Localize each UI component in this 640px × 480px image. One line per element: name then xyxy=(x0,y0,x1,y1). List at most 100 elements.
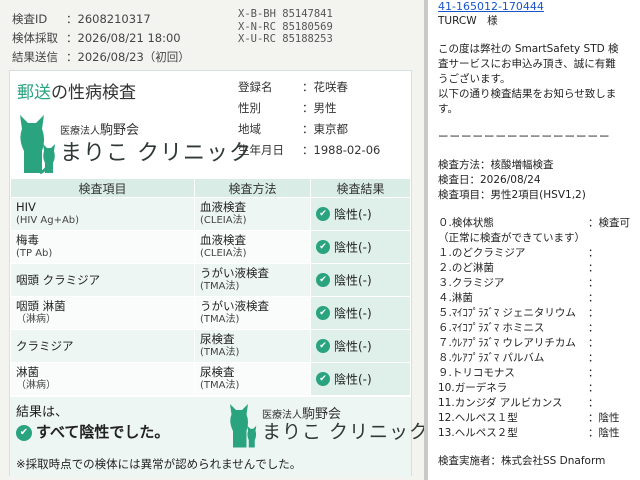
table-row: クラミジア 尿検査 (TMA法) ✔ 陰性(-) xyxy=(10,329,411,363)
item-name: クラミジア xyxy=(16,339,74,353)
result-label: ７.ｳﾚｱﾌﾟﾗｽﾞﾏ ウレアリチカム xyxy=(438,337,576,349)
email-panel: 41-165012-170444 TURCW 様 この度は弊社の SmartSa… xyxy=(428,0,640,480)
result-value: ： xyxy=(588,292,599,304)
table-row: 咽頭 クラミジア うがい液検査 (TMA法) ✔ 陰性(-) xyxy=(10,263,411,297)
info-key: 登録名 xyxy=(238,80,273,94)
method-cell: 尿検査 (TMA法) xyxy=(194,362,311,396)
summary-note: ※採取時点での検体には異常が認められませんでした。 xyxy=(16,457,302,471)
meta-row: 検査ID ：2608210317 xyxy=(12,10,190,29)
method-name: うがい液検査 xyxy=(200,266,269,280)
method-cell: 尿検査 (TMA法) xyxy=(194,329,311,363)
item-cell: HIV (HIV Ag+Ab) xyxy=(10,197,195,231)
info-value: ：1988-02-06 xyxy=(302,143,381,157)
table-row: 咽頭 淋菌 （淋病） うがい液検査 (TMA法) ✔ 陰性(-) xyxy=(10,296,411,330)
item-sub: （淋病） xyxy=(16,314,56,325)
code-line: X-B-BH 85147841 xyxy=(238,8,333,20)
code-line: X-N-RC 85180569 xyxy=(238,20,333,33)
result-label: ５.ﾏｲｺﾌﾟﾗｽﾞﾏ ジェニタリウム xyxy=(438,307,576,319)
title-rest: の性病検査 xyxy=(51,83,136,103)
meta-row: 結果送信 ：2026/08/23（初回） xyxy=(12,48,190,67)
meta-key: 検査ID xyxy=(12,12,48,26)
result-cell: ✔ 陰性(-) xyxy=(310,230,411,264)
result-value: 陰性(-) xyxy=(334,372,372,387)
intro-line: この度は弊社の SmartSafety STD 検 xyxy=(438,43,619,55)
method-name: うがい液検査 xyxy=(200,299,269,313)
header-result: 検査結果 xyxy=(310,178,411,198)
result-value: ： xyxy=(588,247,599,259)
method-sub: (TMA法) xyxy=(200,281,240,292)
intro-line: す。 xyxy=(438,103,458,115)
result-line: ５.ﾏｲｺﾌﾟﾗｽﾞﾏ ジェニタリウム ： xyxy=(438,306,640,321)
method-name: 血液検査 xyxy=(200,233,246,247)
result-label: ８.ｳﾚｱﾌﾟﾗｽﾞﾏ パルバム xyxy=(438,352,545,364)
clinic-logo-small: 医療法人駒野会 まりこ クリニック xyxy=(226,401,428,451)
meta-value: ：2608210317 xyxy=(66,12,151,26)
status-note: （正常に検査ができています） xyxy=(438,232,585,244)
code-line: X-U-RC 85188253 xyxy=(238,33,333,45)
cat-logo-icon xyxy=(230,404,257,448)
clinic-name-big: まりこ クリニック xyxy=(262,421,430,443)
result-value: ： xyxy=(588,382,599,394)
result-label: ９.トリコモナス xyxy=(438,367,515,379)
result-value: ：陰性 xyxy=(588,427,620,439)
patient-info: 登録名 ：花咲春 性別 ：男性 地域 ：東京都 生年月日 ：1988-02-06 xyxy=(238,77,380,161)
result-line: ４.淋菌 ： xyxy=(438,291,640,306)
result-value: ： xyxy=(588,367,599,379)
result-value: ： xyxy=(588,337,599,349)
method-sub: (CLEIA法) xyxy=(200,215,247,226)
result-label: ３.クラミジア xyxy=(438,277,505,289)
result-cell: ✔ 陰性(-) xyxy=(310,197,411,231)
result-value: ： xyxy=(588,352,599,364)
check-icon: ✔ xyxy=(316,372,330,387)
divider-line: ーーーーーーーーーーーーーーー xyxy=(438,131,611,143)
result-value: 陰性(-) xyxy=(334,240,372,255)
item-name: 淋菌 xyxy=(16,365,39,379)
result-label: 10.ガーデネラ xyxy=(438,382,508,394)
result-line: 11.カンジダ アルビカンス ： xyxy=(438,396,640,411)
info-value: ：男性 xyxy=(302,101,337,115)
result-line: ３.クラミジア ： xyxy=(438,276,640,291)
item-sub: (HIV Ag+Ab) xyxy=(16,215,80,226)
item-cell: 咽頭 クラミジア xyxy=(10,263,195,297)
item-name: 咽頭 クラミジア xyxy=(16,273,101,287)
method-line: 検査方法：核酸増幅検査 xyxy=(438,159,554,171)
summary-line1: 結果は、 xyxy=(16,405,69,420)
check-icon: ✔ xyxy=(316,339,330,354)
item-name: 咽頭 淋菌 xyxy=(16,299,66,313)
reference-link[interactable]: 41-165012-170444 xyxy=(438,0,640,14)
result-cell: ✔ 陰性(-) xyxy=(310,296,411,330)
table-row: HIV (HIV Ag+Ab) 血液検査 (CLEIA法) ✔ 陰性(-) xyxy=(10,197,411,231)
result-label: １.のどクラミジア xyxy=(438,247,526,259)
result-label: 11.カンジダ アルビカンス xyxy=(438,397,563,409)
item-sub: (TP Ab) xyxy=(16,248,53,259)
info-row: 性別 ：男性 xyxy=(238,98,380,119)
info-row: 生年月日 ：1988-02-06 xyxy=(238,140,380,161)
result-value: ：陰性 xyxy=(588,412,620,424)
intro-line: 以下の通り検査結果をお知らせ致しま xyxy=(438,88,617,100)
result-line: ９.トリコモナス ： xyxy=(438,366,640,381)
result-value: ： xyxy=(588,397,599,409)
method-cell: 血液検査 (CLEIA法) xyxy=(194,230,311,264)
info-key: 地域 xyxy=(238,122,261,136)
header-item: 検査項目 xyxy=(10,178,195,198)
result-cell: ✔ 陰性(-) xyxy=(310,263,411,297)
status-line: ０.検体状態 ：検査可 xyxy=(438,216,640,231)
info-row: 登録名 ：花咲春 xyxy=(238,77,380,98)
meta-block: 検査ID ：2608210317 検体採取 ：2026/08/21 18:00 結果… xyxy=(12,10,190,67)
addressee: TURCW 様 xyxy=(438,15,498,27)
meta-value: ：2026/08/21 18:00 xyxy=(66,31,181,45)
header-method: 検査方法 xyxy=(194,178,311,198)
info-value: ：花咲春 xyxy=(302,80,348,94)
card-title: 郵送の性病検査 xyxy=(17,78,136,103)
code-block: X-B-BH 85147841 X-N-RC 85180569 X-U-RC 8… xyxy=(238,8,333,46)
result-label: 13.ヘルペス２型 xyxy=(438,427,518,439)
summary-line2: ✔ すべて陰性でした。 xyxy=(16,421,169,442)
status-value: ：検査可 xyxy=(588,217,630,229)
method-name: 血液検査 xyxy=(200,200,246,214)
method-cell: うがい液検査 (TMA法) xyxy=(194,296,311,330)
method-cell: うがい液検査 (TMA法) xyxy=(194,263,311,297)
result-card: 郵送の性病検査 医療法人駒野会 まりこ クリニック 登録名 ：花咲春 性別 ：男性 … xyxy=(9,70,428,477)
item-name: HIV xyxy=(16,200,36,214)
item-cell: 梅毒 (TP Ab) xyxy=(10,230,195,264)
clinic-logo: 医療法人駒野会 まりこ クリニック xyxy=(16,111,251,181)
